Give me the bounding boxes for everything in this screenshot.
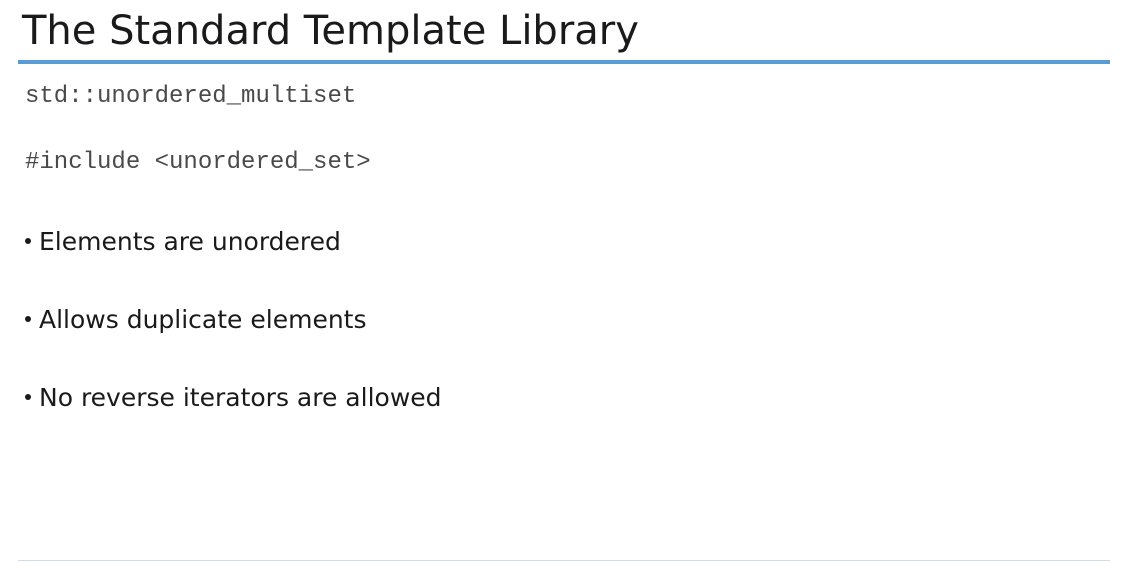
slide-title: The Standard Template Library [22, 8, 639, 54]
bullet-text: No reverse iterators are allowed [39, 382, 442, 412]
code-line-class-name: std::unordered_multiset [25, 83, 357, 110]
bullet-item: No reverse iterators are allowed [25, 378, 442, 416]
bullet-list: Elements are unordered Allows duplicate … [25, 222, 442, 456]
slide: The Standard Template Library std::unord… [0, 0, 1134, 563]
bullet-item: Elements are unordered [25, 222, 442, 260]
code-line-include: #include <unordered_set> [25, 149, 371, 176]
bullet-dot-icon [25, 316, 31, 322]
bullet-text: Elements are unordered [39, 226, 341, 256]
bullet-item: Allows duplicate elements [25, 300, 442, 338]
bullet-dot-icon [25, 238, 31, 244]
title-underline [18, 60, 1110, 64]
footer-divider [18, 560, 1110, 561]
bullet-dot-icon [25, 394, 31, 400]
bullet-text: Allows duplicate elements [39, 304, 367, 334]
